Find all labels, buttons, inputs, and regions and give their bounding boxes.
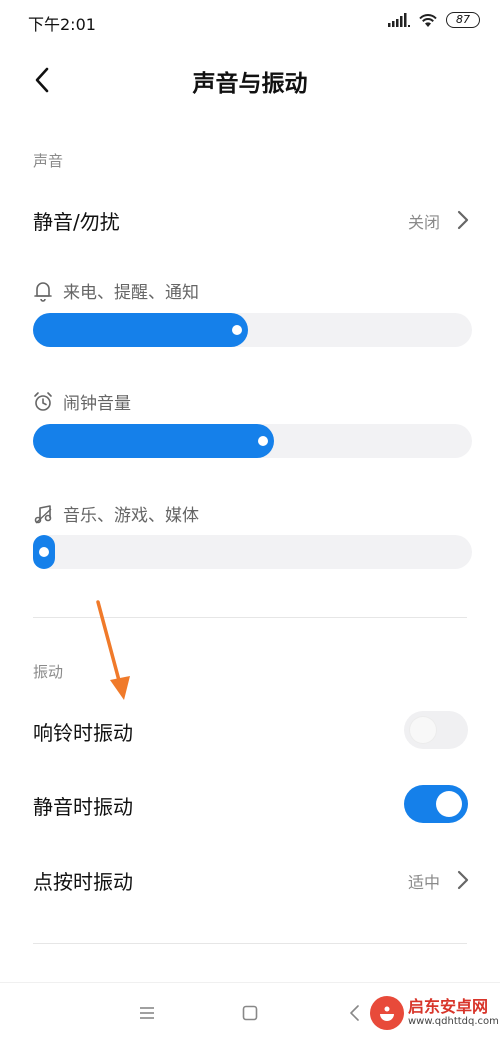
- haptic-feedback-row[interactable]: 点按时振动 适中: [0, 852, 500, 908]
- chevron-right-icon: [457, 210, 469, 230]
- ringer-volume-slider[interactable]: [33, 313, 472, 347]
- watermark-url: www.qdhttdq.com: [408, 1016, 499, 1027]
- alarm-volume-text: 闹钟音量: [63, 394, 131, 414]
- ringer-volume-label: 来电、提醒、通知: [33, 278, 199, 303]
- wifi-icon: [419, 13, 437, 27]
- alarm-volume-label: 闹钟音量: [33, 389, 131, 414]
- section-label-vibration: 振动: [33, 663, 64, 681]
- watermark-name: 启东安卓网: [408, 997, 489, 1016]
- vibrate-on-ring-toggle[interactable]: [404, 711, 468, 749]
- alarm-clock-icon: [34, 391, 52, 411]
- nav-back-button[interactable]: [341, 999, 369, 1027]
- home-button[interactable]: [236, 999, 264, 1027]
- annotation-arrow: [96, 600, 130, 700]
- battery-icon: 87: [446, 12, 480, 28]
- media-volume-slider[interactable]: [33, 535, 472, 569]
- home-icon: [242, 1005, 258, 1021]
- status-icons: 87: [388, 12, 480, 28]
- haptic-feedback-value: 适中: [407, 873, 440, 892]
- vibrate-on-silent-toggle[interactable]: [404, 785, 468, 823]
- watermark-logo-icon: [370, 996, 404, 1030]
- silent-dnd-row[interactable]: 静音/勿扰 关闭: [0, 192, 500, 248]
- haptic-feedback-label: 点按时振动: [33, 870, 133, 894]
- silent-dnd-label: 静音/勿扰: [33, 210, 120, 234]
- slider-fill: [33, 424, 274, 458]
- vibrate-on-silent-label: 静音时振动: [33, 795, 133, 819]
- ringer-volume-text: 来电、提醒、通知: [63, 283, 199, 303]
- silent-dnd-value: 关闭: [407, 213, 440, 232]
- section-divider: [33, 943, 467, 944]
- page-title: 声音与振动: [192, 71, 308, 97]
- status-time: 下午2:01: [28, 15, 96, 34]
- slider-knob[interactable]: [232, 325, 242, 335]
- vibrate-on-ring-label: 响铃时振动: [33, 721, 133, 745]
- status-bar: 下午2:01 87: [0, 0, 500, 44]
- alarm-volume-slider[interactable]: [33, 424, 472, 458]
- slider-knob[interactable]: [39, 547, 49, 557]
- bell-icon: [34, 281, 52, 302]
- toggle-knob: [436, 791, 462, 817]
- watermark-text: 启东安卓网 www.qdhttdq.com: [408, 998, 499, 1028]
- chevron-right-icon: [457, 870, 469, 890]
- signal-icon: [388, 13, 410, 27]
- music-note-icon: [34, 504, 52, 524]
- watermark: 启东安卓网 www.qdhttdq.com: [370, 996, 499, 1030]
- section-label-sound: 声音: [33, 152, 64, 170]
- toggle-knob: [410, 717, 436, 743]
- slider-knob[interactable]: [258, 436, 268, 446]
- menu-button[interactable]: [133, 999, 161, 1027]
- back-icon: [350, 1005, 359, 1021]
- menu-icon: [140, 1007, 154, 1019]
- slider-fill: [33, 313, 248, 347]
- media-volume-text: 音乐、游戏、媒体: [63, 506, 199, 526]
- media-volume-label: 音乐、游戏、媒体: [33, 501, 199, 526]
- header: 声音与振动: [0, 52, 500, 108]
